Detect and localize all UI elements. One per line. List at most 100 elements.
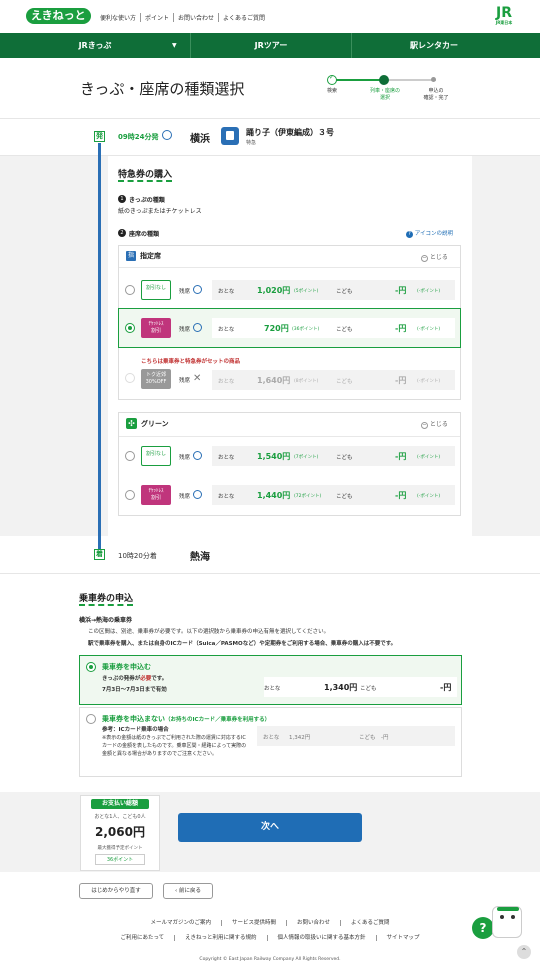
seat-radio-green-ticketless[interactable]	[125, 490, 135, 500]
tag-toku-kinko: トク近郊 30%OFF	[141, 369, 171, 389]
header-link-faq[interactable]: よくあるご質問	[219, 13, 269, 22]
header-link-contact[interactable]: お問い合わせ	[174, 13, 220, 22]
header-link-howto[interactable]: 便利な使い方	[96, 13, 142, 22]
boarding-apply-price: おとな 1,340円 こども -円	[264, 677, 457, 697]
adult-price: 1,342円	[289, 735, 311, 741]
footer-link-privacy[interactable]: 個人情報の取扱いに関する基本方針	[267, 935, 377, 941]
jr-east-logo[interactable]: JR JR東日本	[492, 6, 516, 26]
reserved-seat-title: 指定席	[140, 252, 161, 260]
green-close-button[interactable]: − とじる	[421, 419, 448, 429]
seat-available-circle-icon	[193, 323, 202, 332]
departure-station: 横浜	[190, 134, 210, 145]
adult-price: 1,640円	[257, 376, 291, 385]
main-nav: JRきっぷ ▼ JRツアー 駅レンタカー	[0, 33, 540, 58]
arrival-station: 熱海	[190, 552, 210, 563]
green-car-title: グリーン	[141, 420, 169, 428]
page-root: えきねっと 便利な使い方 ポイント お問い合わせ よくあるご質問 JR JR東日本…	[0, 0, 540, 970]
boarding-section-title: 乗車券の申込	[79, 591, 134, 606]
site-header: えきねっと 便利な使い方 ポイント お問い合わせ よくあるご質問 JR JR東日本	[0, 0, 540, 33]
train-icon	[221, 127, 239, 145]
child-price: -円	[395, 376, 407, 385]
price-row-reserved-ticketless: おとな 720円 (36ポイント) こども -円 (-ポイント)	[212, 318, 455, 338]
footer-link-hours[interactable]: サービス提供時間	[221, 920, 287, 926]
sold-out-x-icon: ✕	[193, 373, 202, 384]
points-label: 最大獲得予定ポイント	[97, 846, 143, 851]
payment-persons: おとな1人、こども0人	[94, 814, 146, 820]
tag-no-discount: 割引なし	[141, 446, 171, 466]
step-todo-dot	[431, 77, 436, 82]
ticket-kind-title: きっぷの種類	[129, 197, 165, 204]
footer-link-terms[interactable]: えきねっと利用に関する規約	[175, 935, 268, 941]
clock-icon	[162, 130, 172, 140]
tag-ticketless-discount: ﾁｹｯﾄﾚｽ 割引	[141, 485, 171, 505]
price-row-green-ticketless: おとな 1,440円 (72ポイント) こども -円 (-ポイント)	[212, 485, 455, 505]
seat-radio-green-regular[interactable]	[125, 451, 135, 461]
nav-tab-jr-tour[interactable]: JRツアー	[191, 33, 351, 58]
ticket-kind-value: 紙のきっぷまたはチケットレス	[118, 208, 202, 215]
seat-radio-reserved-regular[interactable]	[125, 285, 135, 295]
green-car-clover-icon: ✣	[126, 418, 137, 429]
step-label-select: 列車・座席の 選択	[369, 88, 400, 101]
boarding-apply-line1: きっぷの発券が必要です。	[102, 676, 168, 682]
set-product-note: こちらは乗車券と特急券がセットの商品	[141, 359, 241, 365]
payment-total: 2,060円	[95, 825, 145, 839]
boarding-apply-title: 乗車券を申込む	[102, 663, 151, 671]
next-button[interactable]: 次へ	[178, 813, 362, 842]
price-row-toku-kinko: おとな 1,640円 (8ポイント) こども -円 (-ポイント)	[212, 370, 455, 390]
boarding-route: 横浜→熱海の乗車券	[79, 617, 133, 624]
restart-button[interactable]: はじめからやり直す	[79, 883, 153, 899]
minus-circle-icon: −	[421, 255, 428, 262]
footer-link-sitemap[interactable]: サイトマップ	[377, 935, 430, 941]
header-link-points[interactable]: ポイント	[141, 13, 175, 22]
minus-circle-icon: −	[421, 422, 428, 429]
train-name: 踊り子（伊東編成）３号	[246, 128, 334, 137]
seat-available-circle-icon	[193, 451, 202, 460]
boarding-radio-skip[interactable]	[86, 714, 96, 724]
child-price: -円	[381, 735, 389, 741]
express-section-title: 特急券の購入	[118, 167, 173, 182]
adult-price: 1,440円	[257, 491, 291, 500]
seat-available-circle-icon	[193, 490, 202, 499]
reserved-close-button[interactable]: − とじる	[421, 252, 448, 262]
page-title: きっぷ・座席の種類選択	[80, 80, 245, 98]
adult-price: 1,340円	[324, 683, 358, 692]
reserved-seat-icon: 指	[126, 251, 136, 261]
scroll-top-icon[interactable]: ⌃	[517, 945, 531, 959]
nav-tab-jr-kippu[interactable]: JRきっぷ ▼	[0, 33, 190, 58]
tag-ticketless-discount: ﾁｹｯﾄﾚｽ 割引	[141, 318, 171, 338]
price-row-green-regular: おとな 1,540円 (7ポイント) こども -円 (-ポイント)	[212, 446, 455, 466]
departure-time: 09時24分発	[118, 133, 159, 141]
ekinet-logo[interactable]: えきねっと	[26, 8, 91, 24]
footer-link-faq[interactable]: よくあるご質問	[341, 920, 400, 926]
help-question-icon[interactable]: ?	[472, 917, 494, 939]
footer-link-mailmag[interactable]: メールマガジンのご案内	[140, 920, 222, 926]
footer-link-contact[interactable]: お問い合わせ	[287, 920, 342, 926]
footer-link-usage[interactable]: ご利用にあたって	[110, 935, 176, 941]
footer-links-row1: メールマガジンのご案内 サービス提供時間 お問い合わせ よくあるご質問	[0, 918, 540, 926]
progress-steps: ✓ 検索 列車・座席の 選択 申込の 確認・完了	[318, 74, 468, 114]
payment-summary: お支払い総額 おとな1人、こども0人 2,060円 最大獲得予定ポイント 36ポ…	[80, 795, 160, 871]
seat-radio-reserved-ticketless[interactable]	[125, 323, 135, 333]
child-price: -円	[395, 491, 407, 500]
arrival-bar	[0, 536, 540, 574]
step-number-1: 1	[118, 195, 126, 203]
points-value: 36ポイント	[95, 854, 145, 865]
train-type: 特急	[246, 140, 257, 146]
child-price: -円	[395, 286, 407, 295]
boarding-validity: 7月3日〜7月3日まで有効	[102, 687, 167, 693]
step-label-confirm: 申込の 確認・完了	[423, 88, 449, 101]
icon-help-link[interactable]: ? アイコンの説明	[406, 229, 453, 238]
tag-no-discount: 割引なし	[141, 280, 171, 300]
adult-price: 720円	[264, 324, 289, 333]
chatbot-mascot-icon[interactable]	[492, 906, 522, 938]
boarding-note-2: 駅で乗車券を購入、または自身のICカード（Suica／PASMOなど）や定期券を…	[88, 641, 397, 647]
back-button[interactable]: ‹ 前に戻る	[163, 883, 213, 899]
seat-available-circle-icon	[193, 285, 202, 294]
seat-radio-toku-kinko[interactable]	[125, 373, 135, 383]
step-current-dot	[379, 75, 389, 85]
boarding-radio-apply[interactable]	[86, 662, 96, 672]
step-label-search: 検索	[326, 88, 337, 94]
nav-tab-rentacar[interactable]: 駅レンタカー	[352, 33, 516, 58]
child-price: -円	[395, 452, 407, 461]
chevron-down-icon: ▼	[172, 42, 177, 49]
